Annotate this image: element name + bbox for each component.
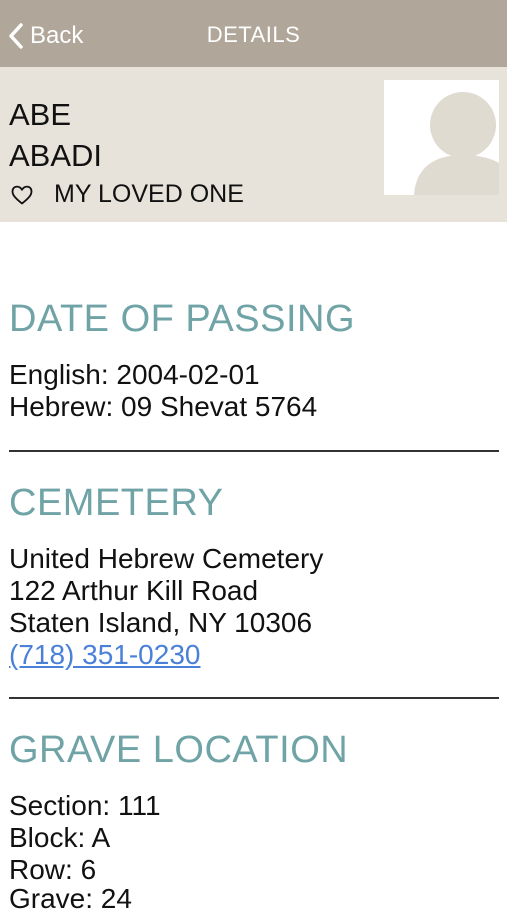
cemetery-phone-link[interactable]: (718) 351-0230 xyxy=(9,639,200,671)
cemetery-address-line2: Staten Island, NY 10306 xyxy=(9,607,313,638)
date-of-passing-heading: DATE OF PASSING xyxy=(9,298,356,340)
grave-section: Section: 111 xyxy=(9,790,161,821)
english-date: English: 2004-02-01 xyxy=(9,359,260,390)
person-placeholder-icon xyxy=(384,80,499,195)
grave-row: Row: 6 xyxy=(9,854,97,885)
person-header: ABE ABADI MY LOVED ONE xyxy=(0,67,507,222)
my-loved-one-label: MY LOVED ONE xyxy=(54,180,244,208)
grave-block: Block: A xyxy=(9,822,111,853)
profile-photo[interactable] xyxy=(384,80,499,195)
page-title: DETAILS xyxy=(206,22,301,47)
hebrew-date: Hebrew: 09 Shevat 5764 xyxy=(9,391,318,422)
grave-location-heading: GRAVE LOCATION xyxy=(9,729,349,771)
heart-outline-icon xyxy=(11,185,33,204)
cemetery-address-line1: 122 Arthur Kill Road xyxy=(9,575,259,606)
my-loved-one-toggle[interactable]: MY LOVED ONE xyxy=(10,180,244,209)
divider xyxy=(9,697,499,699)
first-name: ABE xyxy=(9,97,72,132)
divider xyxy=(9,450,499,452)
navigation-bar: Back DETAILS xyxy=(0,0,507,67)
cemetery-name: United Hebrew Cemetery xyxy=(9,543,324,574)
last-name: ABADI xyxy=(9,138,103,173)
grave-number: Grave: 24 xyxy=(9,883,132,914)
cemetery-heading: CEMETERY xyxy=(9,482,224,524)
